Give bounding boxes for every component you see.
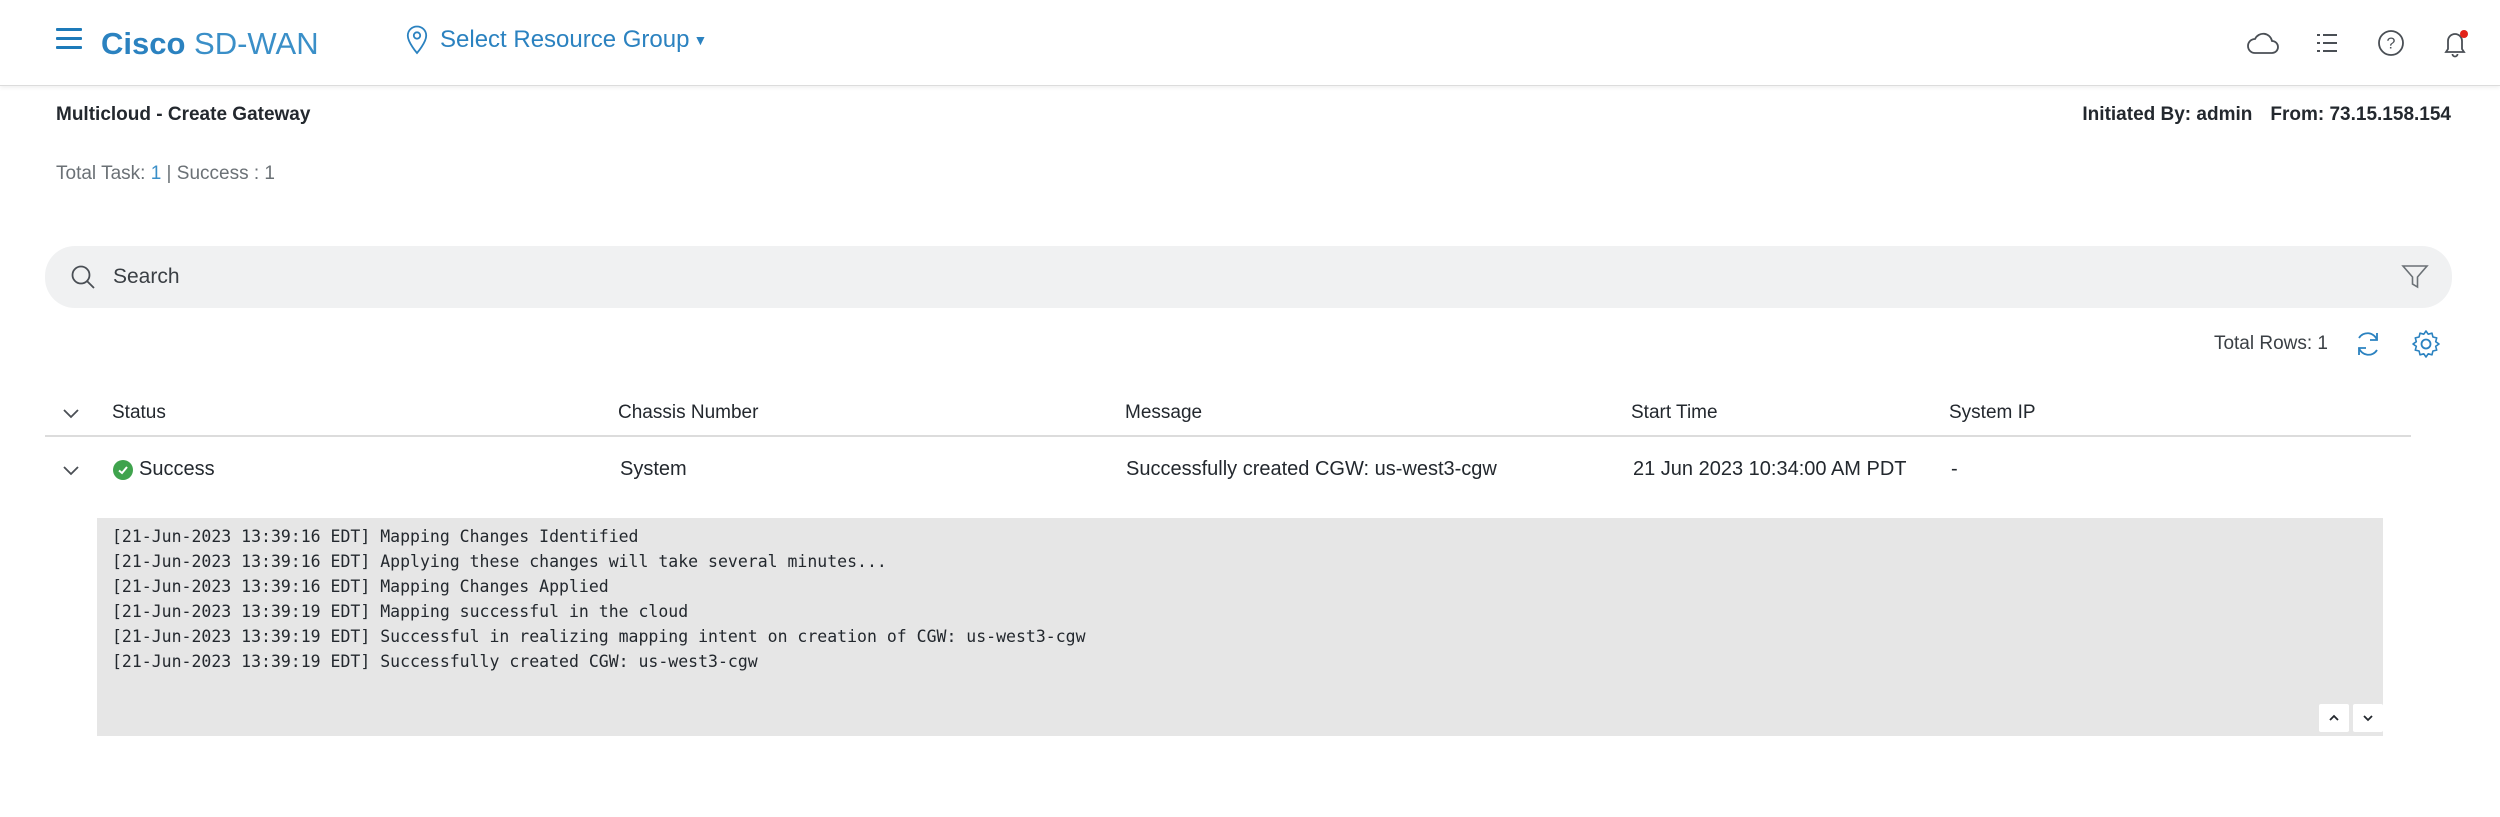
resource-group-label: Select Resource Group [440, 26, 690, 53]
app-brand[interactable]: Cisco SD-WAN [101, 26, 319, 62]
initiated-from: From: 73.15.158.154 [2270, 104, 2451, 125]
row-status-label: Success [139, 458, 215, 480]
total-task-count: 1 [150, 163, 162, 184]
brand-product: SD-WAN [194, 26, 319, 61]
success-check-icon [113, 459, 133, 480]
location-pin-icon [406, 25, 428, 55]
column-header-start-time[interactable]: Start Time [1631, 402, 1718, 424]
success-label: | Success : [161, 163, 265, 184]
notification-dot [2460, 30, 2468, 38]
row-expand-chevron-icon[interactable] [59, 458, 83, 482]
column-header-system-ip[interactable]: System IP [1949, 402, 2036, 424]
cloud-icon[interactable] [2246, 26, 2280, 60]
task-log-panel[interactable]: [21-Jun-2023 13:39:16 EDT] Mapping Chang… [97, 518, 2383, 736]
task-log-text: [21-Jun-2023 13:39:16 EDT] Mapping Chang… [112, 527, 1086, 671]
scroll-down-button[interactable] [2353, 704, 2383, 732]
list-icon[interactable] [2310, 26, 2344, 60]
search-icon [67, 261, 99, 293]
total-task-label: Total Task: [56, 163, 151, 184]
top-navigation-bar: Cisco SD-WAN Select Resource Group ▼ ? [0, 0, 2500, 86]
search-bar [45, 246, 2452, 308]
expand-all-chevron-icon[interactable] [59, 401, 83, 425]
search-input[interactable] [113, 265, 2313, 289]
column-header-chassis[interactable]: Chassis Number [618, 402, 758, 424]
resource-group-selector[interactable]: Select Resource Group ▼ [406, 22, 707, 58]
bell-icon[interactable] [2438, 26, 2472, 60]
refresh-icon[interactable] [2352, 328, 2384, 360]
success-count: 1 [264, 163, 275, 184]
table-header: Status Chassis Number Message Start Time… [45, 394, 2411, 437]
row-message: Successfully created CGW: us-west3-cgw [1126, 458, 1497, 480]
row-system-ip: - [1951, 458, 1958, 480]
chevron-down-icon [2363, 715, 2373, 722]
brand-cisco: Cisco [101, 26, 186, 61]
row-start-time: 21 Jun 2023 10:34:00 AM PDT [1633, 458, 1907, 480]
help-icon[interactable]: ? [2374, 26, 2408, 60]
caret-down-icon: ▼ [693, 32, 708, 48]
filter-icon[interactable] [2400, 262, 2430, 292]
menu-icon[interactable] [56, 28, 82, 49]
top-actions: ? [2246, 26, 2472, 60]
table-row[interactable]: Success System Successfully created CGW:… [45, 448, 2411, 492]
column-header-message[interactable]: Message [1125, 402, 1202, 424]
log-scroll-controls [2319, 704, 2383, 732]
task-totals: Total Task: 1 | Success : 1 [56, 163, 275, 185]
gear-icon[interactable] [2410, 328, 2442, 360]
page-title: Multicloud - Create Gateway [56, 104, 311, 125]
initiated-info: Initiated By: admin From: 73.15.158.154 [2082, 104, 2451, 126]
column-header-status[interactable]: Status [112, 402, 166, 424]
row-status: Success [113, 458, 215, 481]
total-rows: Total Rows: 1 [2213, 333, 2328, 354]
row-chassis: System [620, 458, 687, 480]
scroll-up-button[interactable] [2319, 704, 2349, 732]
chevron-up-icon [2329, 714, 2339, 721]
initiated-by: Initiated By: admin [2082, 104, 2253, 125]
svg-text:?: ? [2387, 36, 2396, 53]
